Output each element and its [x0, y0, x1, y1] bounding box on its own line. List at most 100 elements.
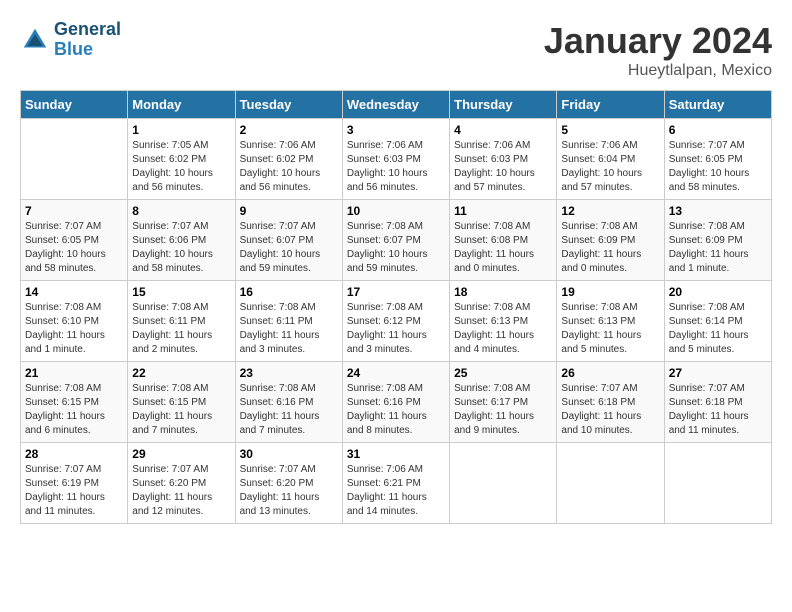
calendar-cell: 30Sunrise: 7:07 AM Sunset: 6:20 PM Dayli… — [235, 443, 342, 524]
logo-icon — [20, 25, 50, 55]
day-number: 14 — [25, 285, 123, 299]
calendar-cell: 16 Sunrise: 7:08 AM Sunset: 6:11 PM Dayli… — [235, 281, 342, 362]
day-info: Sunrise: 7:07 AM Sunset: 6:20 PM Dayligh… — [240, 463, 338, 519]
calendar-cell: 11 Sunrise: 7:08 AM Sunset: 6:08 PM Dayli… — [450, 200, 557, 281]
logo-text: General Blue — [54, 20, 121, 60]
day-info: Sunrise: 7:07 AM Sunset: 6:05 PM Dayligh… — [25, 220, 123, 276]
calendar-week-row: 14Sunrise: 7:08 AM Sunset: 6:10 PM Dayli… — [21, 281, 772, 362]
calendar-cell: 29Sunrise: 7:07 AM Sunset: 6:20 PM Dayli… — [128, 443, 235, 524]
day-info: Sunrise: 7:08 AM Sunset: 6:07 PM Dayligh… — [347, 220, 445, 276]
page-header: General Blue January 2024 Hueytlalpan, M… — [20, 20, 772, 80]
calendar-week-row: 7 Sunrise: 7:07 AM Sunset: 6:05 PM Daylig… — [21, 200, 772, 281]
day-number: 12 — [561, 204, 659, 218]
day-info: Sunrise: 7:08 AM Sunset: 6:11 PM Dayligh… — [132, 301, 230, 357]
calendar-cell: 8 Sunrise: 7:07 AM Sunset: 6:06 PM Daylig… — [128, 200, 235, 281]
calendar-cell: 20 Sunrise: 7:08 AM Sunset: 6:14 PM Dayli… — [664, 281, 771, 362]
day-number: 19 — [561, 285, 659, 299]
day-info: Sunrise: 7:06 AM Sunset: 6:03 PM Dayligh… — [347, 139, 445, 195]
calendar-cell — [664, 443, 771, 524]
calendar-cell: 23Sunrise: 7:08 AM Sunset: 6:16 PM Dayli… — [235, 362, 342, 443]
day-number: 5 — [561, 123, 659, 137]
calendar-table: SundayMondayTuesdayWednesdayThursdayFrid… — [20, 90, 772, 524]
day-info: Sunrise: 7:07 AM Sunset: 6:19 PM Dayligh… — [25, 463, 123, 519]
calendar-week-row: 21 Sunrise: 7:08 AM Sunset: 6:15 PM Dayli… — [21, 362, 772, 443]
day-number: 3 — [347, 123, 445, 137]
weekday-header: Monday — [128, 91, 235, 119]
day-number: 2 — [240, 123, 338, 137]
day-info: Sunrise: 7:08 AM Sunset: 6:08 PM Dayligh… — [454, 220, 552, 276]
weekday-header: Sunday — [21, 91, 128, 119]
day-info: Sunrise: 7:07 AM Sunset: 6:18 PM Dayligh… — [669, 382, 767, 438]
day-info: Sunrise: 7:08 AM Sunset: 6:09 PM Dayligh… — [669, 220, 767, 276]
day-number: 28 — [25, 447, 123, 461]
day-info: Sunrise: 7:06 AM Sunset: 6:04 PM Dayligh… — [561, 139, 659, 195]
calendar-cell: 14Sunrise: 7:08 AM Sunset: 6:10 PM Dayli… — [21, 281, 128, 362]
calendar-cell: 28 Sunrise: 7:07 AM Sunset: 6:19 PM Dayli… — [21, 443, 128, 524]
calendar-cell: 6 Sunrise: 7:07 AM Sunset: 6:05 PM Daylig… — [664, 119, 771, 200]
weekday-header: Saturday — [664, 91, 771, 119]
day-number: 21 — [25, 366, 123, 380]
calendar-cell: 1Sunrise: 7:05 AM Sunset: 6:02 PM Daylig… — [128, 119, 235, 200]
day-info: Sunrise: 7:06 AM Sunset: 6:03 PM Dayligh… — [454, 139, 552, 195]
day-info: Sunrise: 7:07 AM Sunset: 6:06 PM Dayligh… — [132, 220, 230, 276]
calendar-cell: 24Sunrise: 7:08 AM Sunset: 6:16 PM Dayli… — [342, 362, 449, 443]
weekday-header: Thursday — [450, 91, 557, 119]
day-info: Sunrise: 7:08 AM Sunset: 6:15 PM Dayligh… — [25, 382, 123, 438]
day-info: Sunrise: 7:08 AM Sunset: 6:15 PM Dayligh… — [132, 382, 230, 438]
calendar-cell: 5 Sunrise: 7:06 AM Sunset: 6:04 PM Daylig… — [557, 119, 664, 200]
weekday-header: Tuesday — [235, 91, 342, 119]
weekday-header-row: SundayMondayTuesdayWednesdayThursdayFrid… — [21, 91, 772, 119]
day-info: Sunrise: 7:08 AM Sunset: 6:17 PM Dayligh… — [454, 382, 552, 438]
day-number: 11 — [454, 204, 552, 218]
day-number: 20 — [669, 285, 767, 299]
day-number: 13 — [669, 204, 767, 218]
calendar-cell: 7 Sunrise: 7:07 AM Sunset: 6:05 PM Daylig… — [21, 200, 128, 281]
calendar-week-row: 1Sunrise: 7:05 AM Sunset: 6:02 PM Daylig… — [21, 119, 772, 200]
calendar-cell: 12 Sunrise: 7:08 AM Sunset: 6:09 PM Dayli… — [557, 200, 664, 281]
day-number: 15 — [132, 285, 230, 299]
calendar-cell: 2 Sunrise: 7:06 AM Sunset: 6:02 PM Daylig… — [235, 119, 342, 200]
day-info: Sunrise: 7:07 AM Sunset: 6:18 PM Dayligh… — [561, 382, 659, 438]
day-number: 29 — [132, 447, 230, 461]
day-number: 10 — [347, 204, 445, 218]
calendar-cell: 25Sunrise: 7:08 AM Sunset: 6:17 PM Dayli… — [450, 362, 557, 443]
calendar-cell: 21 Sunrise: 7:08 AM Sunset: 6:15 PM Dayli… — [21, 362, 128, 443]
day-info: Sunrise: 7:08 AM Sunset: 6:11 PM Dayligh… — [240, 301, 338, 357]
day-number: 18 — [454, 285, 552, 299]
calendar-cell: 31Sunrise: 7:06 AM Sunset: 6:21 PM Dayli… — [342, 443, 449, 524]
day-number: 22 — [132, 366, 230, 380]
calendar-cell: 18Sunrise: 7:08 AM Sunset: 6:13 PM Dayli… — [450, 281, 557, 362]
day-number: 6 — [669, 123, 767, 137]
day-number: 4 — [454, 123, 552, 137]
weekday-header: Friday — [557, 91, 664, 119]
day-number: 31 — [347, 447, 445, 461]
day-number: 16 — [240, 285, 338, 299]
calendar-cell — [21, 119, 128, 200]
day-number: 17 — [347, 285, 445, 299]
day-info: Sunrise: 7:07 AM Sunset: 6:05 PM Dayligh… — [669, 139, 767, 195]
calendar-cell: 19 Sunrise: 7:08 AM Sunset: 6:13 PM Dayli… — [557, 281, 664, 362]
calendar-cell: 10 Sunrise: 7:08 AM Sunset: 6:07 PM Dayli… — [342, 200, 449, 281]
calendar-week-row: 28 Sunrise: 7:07 AM Sunset: 6:19 PM Dayli… — [21, 443, 772, 524]
day-info: Sunrise: 7:08 AM Sunset: 6:14 PM Dayligh… — [669, 301, 767, 357]
calendar-cell — [450, 443, 557, 524]
calendar-cell: 27 Sunrise: 7:07 AM Sunset: 6:18 PM Dayli… — [664, 362, 771, 443]
calendar-cell: 17Sunrise: 7:08 AM Sunset: 6:12 PM Dayli… — [342, 281, 449, 362]
calendar-cell: 15 Sunrise: 7:08 AM Sunset: 6:11 PM Dayli… — [128, 281, 235, 362]
logo: General Blue — [20, 20, 121, 60]
day-number: 23 — [240, 366, 338, 380]
page-title: January 2024 — [544, 20, 772, 62]
day-info: Sunrise: 7:08 AM Sunset: 6:16 PM Dayligh… — [347, 382, 445, 438]
weekday-header: Wednesday — [342, 91, 449, 119]
day-number: 8 — [132, 204, 230, 218]
calendar-cell: 4 Sunrise: 7:06 AM Sunset: 6:03 PM Daylig… — [450, 119, 557, 200]
day-info: Sunrise: 7:07 AM Sunset: 6:07 PM Dayligh… — [240, 220, 338, 276]
calendar-cell: 13 Sunrise: 7:08 AM Sunset: 6:09 PM Dayli… — [664, 200, 771, 281]
day-number: 7 — [25, 204, 123, 218]
page-subtitle: Hueytlalpan, Mexico — [544, 62, 772, 80]
day-info: Sunrise: 7:08 AM Sunset: 6:13 PM Dayligh… — [561, 301, 659, 357]
calendar-cell — [557, 443, 664, 524]
day-info: Sunrise: 7:08 AM Sunset: 6:09 PM Dayligh… — [561, 220, 659, 276]
day-number: 27 — [669, 366, 767, 380]
day-info: Sunrise: 7:06 AM Sunset: 6:02 PM Dayligh… — [240, 139, 338, 195]
